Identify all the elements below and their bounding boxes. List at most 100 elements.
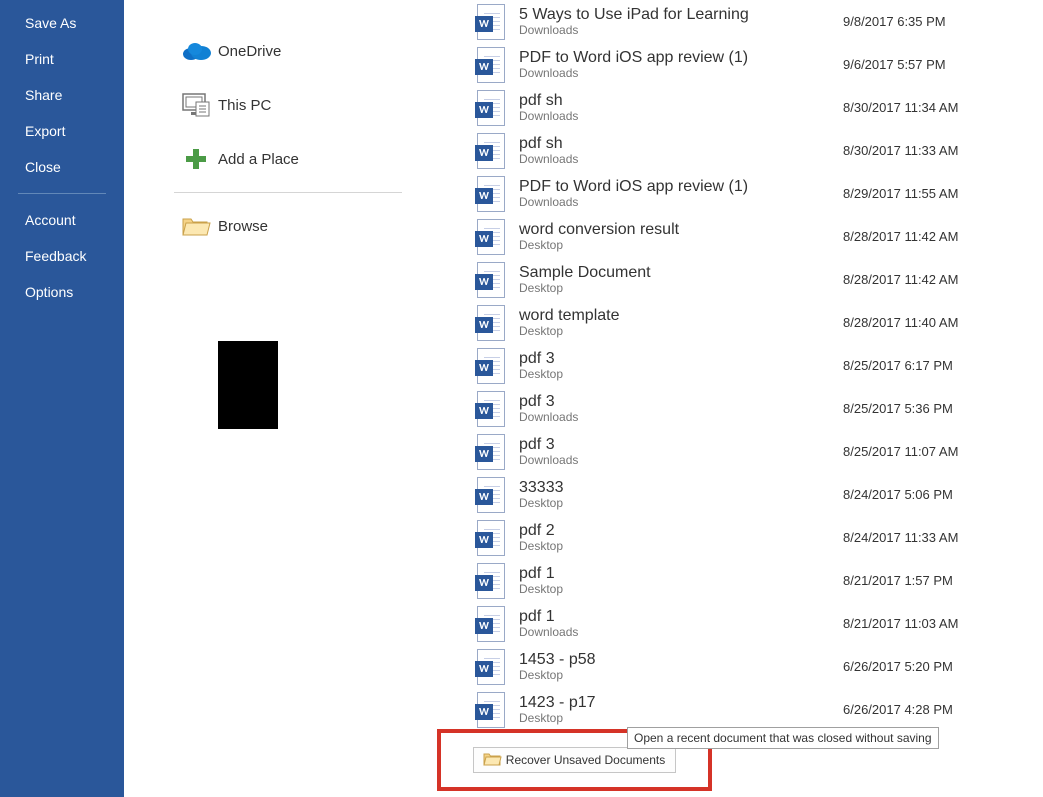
location-onedrive[interactable]: OneDrive xyxy=(174,24,402,78)
sidebar-item-account[interactable]: Account xyxy=(0,202,124,238)
file-name: pdf 2 xyxy=(519,522,843,540)
word-doc-icon: W xyxy=(477,133,513,169)
recent-file-row[interactable]: Wpdf 3Downloads8/25/2017 5:36 PM xyxy=(477,387,1043,430)
word-doc-icon: W xyxy=(477,219,513,255)
file-name: pdf 3 xyxy=(519,436,843,454)
word-doc-icon: W xyxy=(477,305,513,341)
sidebar-item-options[interactable]: Options xyxy=(0,274,124,310)
word-doc-icon: W xyxy=(477,520,513,556)
file-name: 5 Ways to Use iPad for Learning xyxy=(519,6,843,24)
file-location: Desktop xyxy=(519,711,843,725)
file-location: Desktop xyxy=(519,582,843,596)
sidebar-separator xyxy=(18,193,106,194)
file-location: Desktop xyxy=(519,238,843,252)
word-doc-icon: W xyxy=(477,692,513,728)
file-location: Downloads xyxy=(519,66,843,80)
file-date: 8/25/2017 6:17 PM xyxy=(843,358,1003,373)
file-location: Downloads xyxy=(519,195,843,209)
file-location: Downloads xyxy=(519,453,843,467)
plus-icon xyxy=(174,148,218,170)
location-label: OneDrive xyxy=(218,43,281,60)
file-name: word template xyxy=(519,307,843,325)
recover-unsaved-button[interactable]: Recover Unsaved Documents xyxy=(473,747,676,773)
location-this-pc[interactable]: This PC xyxy=(174,78,402,132)
sidebar-item-print[interactable]: Print xyxy=(0,41,124,77)
word-doc-icon: W xyxy=(477,434,513,470)
sidebar-item-close[interactable]: Close xyxy=(0,149,124,185)
file-date: 8/30/2017 11:34 AM xyxy=(843,100,1003,115)
file-date: 8/30/2017 11:33 AM xyxy=(843,143,1003,158)
locations-separator xyxy=(174,192,402,193)
file-location: Desktop xyxy=(519,539,843,553)
recent-file-row[interactable]: W 33333Desktop8/24/2017 5:06 PM xyxy=(477,473,1043,516)
sidebar-item-export[interactable]: Export xyxy=(0,113,124,149)
word-doc-icon: W xyxy=(477,391,513,427)
recent-file-row[interactable]: Wpdf 1Downloads8/21/2017 11:03 AM xyxy=(477,602,1043,645)
recent-file-row[interactable]: Wpdf 1Desktop8/21/2017 1:57 PM xyxy=(477,559,1043,602)
file-name: pdf 1 xyxy=(519,565,843,583)
location-label: Browse xyxy=(218,218,268,235)
recent-file-row[interactable]: Wword templateDesktop8/28/2017 11:40 AM xyxy=(477,301,1043,344)
recent-file-row[interactable]: Wword conversion resultDesktop8/28/2017 … xyxy=(477,215,1043,258)
recent-file-row[interactable]: W PDF to Word iOS app review (1)Downloads… xyxy=(477,172,1043,215)
file-date: 6/26/2017 5:20 PM xyxy=(843,659,1003,674)
file-date: 9/8/2017 6:35 PM xyxy=(843,14,1003,29)
recent-file-row[interactable]: Wpdf shDownloads8/30/2017 11:33 AM xyxy=(477,129,1043,172)
file-location: Desktop xyxy=(519,367,843,381)
file-name: 33333 xyxy=(519,479,843,497)
file-date: 8/21/2017 1:57 PM xyxy=(843,573,1003,588)
file-location: Downloads xyxy=(519,625,843,639)
file-name: 1423 - p17 xyxy=(519,694,843,712)
recent-file-row[interactable]: Wpdf 3Desktop8/25/2017 6:17 PM xyxy=(477,344,1043,387)
file-location: Desktop xyxy=(519,324,843,338)
file-date: 8/25/2017 11:07 AM xyxy=(843,444,1003,459)
file-date: 8/29/2017 11:55 AM xyxy=(843,186,1003,201)
file-location: Downloads xyxy=(519,23,843,37)
file-date: 8/28/2017 11:42 AM xyxy=(843,272,1003,287)
file-date: 6/26/2017 4:28 PM xyxy=(843,702,1003,717)
recent-file-row[interactable]: W 5 Ways to Use iPad for LearningDownload… xyxy=(477,0,1043,43)
file-date: 8/28/2017 11:40 AM xyxy=(843,315,1003,330)
word-doc-icon: W xyxy=(477,4,513,40)
file-name: PDF to Word iOS app review (1) xyxy=(519,49,843,67)
word-doc-icon: W xyxy=(477,176,513,212)
file-name: pdf 3 xyxy=(519,350,843,368)
location-browse[interactable]: Browse xyxy=(174,199,402,253)
word-doc-icon: W xyxy=(477,606,513,642)
recent-file-row[interactable]: Wpdf shDownloads8/30/2017 11:34 AM xyxy=(477,86,1043,129)
recent-files-list: W5 Ways to Use iPad for LearningDownload… xyxy=(442,0,1043,797)
sidebar-item-share[interactable]: Share xyxy=(0,77,124,113)
word-doc-icon: W xyxy=(477,477,513,513)
location-label: This PC xyxy=(218,97,271,114)
location-label: Add a Place xyxy=(218,151,299,168)
sidebar-item-feedback[interactable]: Feedback xyxy=(0,238,124,274)
folder-icon xyxy=(484,752,500,768)
cloud-icon xyxy=(174,41,218,61)
file-date: 8/24/2017 11:33 AM xyxy=(843,530,1003,545)
location-add-place[interactable]: Add a Place xyxy=(174,132,402,186)
file-name: word conversion result xyxy=(519,221,843,239)
recover-button-label: Recover Unsaved Documents xyxy=(506,753,665,767)
file-date: 8/24/2017 5:06 PM xyxy=(843,487,1003,502)
file-name: pdf sh xyxy=(519,135,843,153)
file-location: Desktop xyxy=(519,496,843,510)
black-rectangle xyxy=(218,341,278,429)
recent-file-row[interactable]: W 1423 - p17Desktop6/26/2017 4:28 PM xyxy=(477,688,1043,731)
recent-file-row[interactable]: WSample DocumentDesktop8/28/2017 11:42 A… xyxy=(477,258,1043,301)
sidebar-item-save-as[interactable]: Save As xyxy=(0,5,124,41)
recent-file-row[interactable]: Wpdf 2Desktop8/24/2017 11:33 AM xyxy=(477,516,1043,559)
word-doc-icon: W xyxy=(477,348,513,384)
file-date: 9/6/2017 5:57 PM xyxy=(843,57,1003,72)
word-doc-icon: W xyxy=(477,563,513,599)
recent-file-row[interactable]: Wpdf 3Downloads8/25/2017 11:07 AM xyxy=(477,430,1043,473)
recent-file-row[interactable]: WPDF to Word iOS app review (1)Downloads… xyxy=(477,43,1043,86)
file-location: Desktop xyxy=(519,281,843,295)
word-doc-icon: W xyxy=(477,262,513,298)
backstage-sidebar: Save As Print Share Export Close Account… xyxy=(0,0,124,797)
file-name: PDF to Word iOS app review (1) xyxy=(519,178,843,196)
this-pc-icon xyxy=(174,92,218,118)
locations-pane: OneDrive This PC Add a Place Browse xyxy=(124,0,442,797)
file-name: 1453 - p58 xyxy=(519,651,843,669)
recent-file-row[interactable]: W1453 - p58Desktop6/26/2017 5:20 PM xyxy=(477,645,1043,688)
file-date: 8/25/2017 5:36 PM xyxy=(843,401,1003,416)
